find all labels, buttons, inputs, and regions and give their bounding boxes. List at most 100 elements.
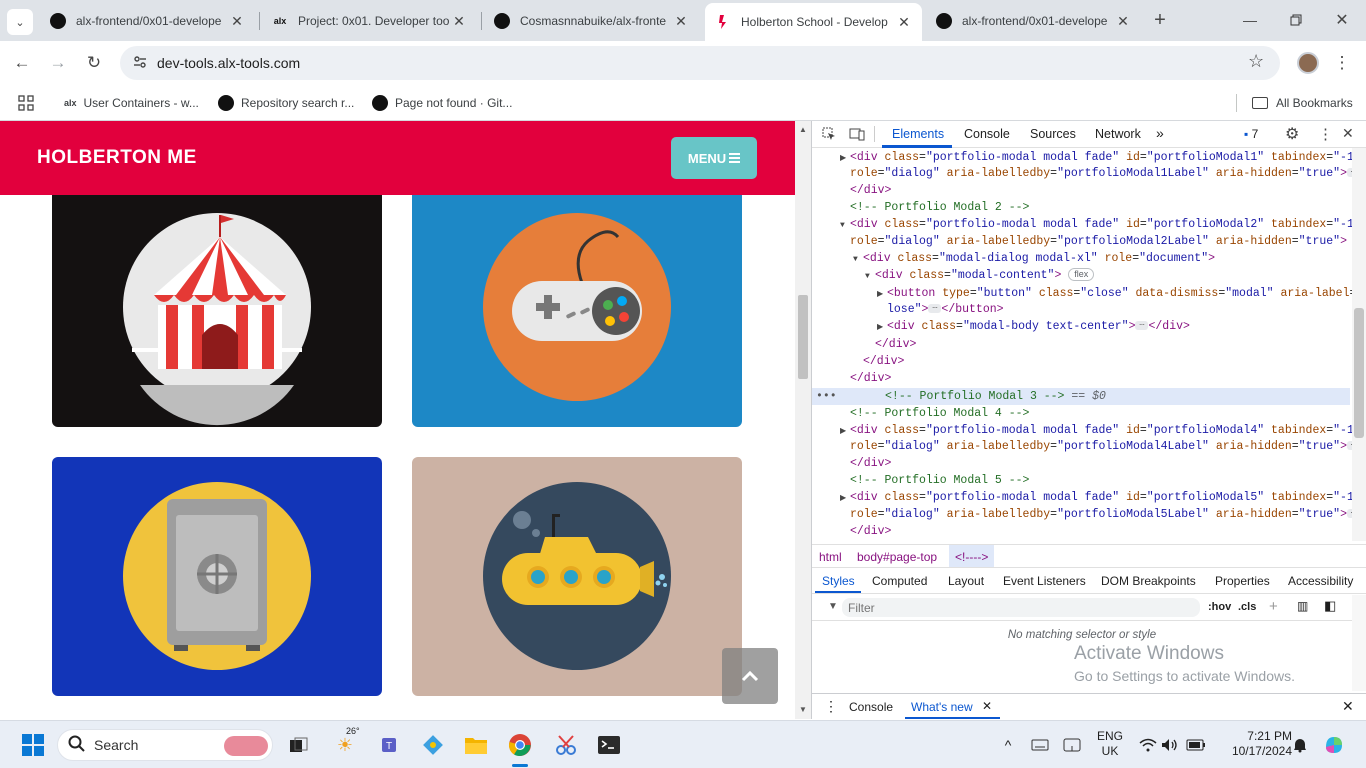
tab-properties[interactable]: Properties (1215, 574, 1270, 588)
scrollbar-thumb[interactable] (1354, 308, 1364, 438)
windows-start-icon[interactable] (19, 731, 47, 759)
dom-tree[interactable]: ▶ <div class="portfolio-modal modal fade"… (812, 148, 1352, 541)
apps-grid-icon[interactable] (18, 92, 34, 114)
weather-widget[interactable]: ☀ 26° (331, 726, 360, 759)
scroll-down-arrow[interactable]: ▼ (799, 705, 807, 714)
terminal-icon[interactable] (595, 731, 623, 759)
restore-icon[interactable] (1284, 8, 1308, 32)
git-app-icon[interactable] (419, 731, 447, 759)
close-tab-icon[interactable]: ✕ (896, 14, 912, 31)
portfolio-item-game-controller[interactable] (412, 185, 742, 427)
flex-badge[interactable]: flex (1068, 268, 1095, 282)
browser-tab-5[interactable]: alx-frontend/0x01-develope ✕ (926, 6, 1141, 36)
devtools-tab-elements[interactable]: Elements (892, 127, 944, 141)
toggle-sidebar-icon[interactable]: ◧ (1324, 598, 1336, 614)
bookmark-star-icon[interactable]: ☆ (1248, 51, 1264, 72)
all-bookmarks-button[interactable]: All Bookmarks (1252, 92, 1353, 114)
chrome-icon[interactable] (506, 731, 534, 759)
styles-filter-input[interactable] (842, 598, 1200, 617)
scroll-to-top-button[interactable] (722, 648, 778, 704)
dom-node[interactable]: ▶ <div class="modal-body text-center">… </… (812, 318, 1352, 335)
teams-icon[interactable]: T (377, 731, 405, 759)
minimize-icon[interactable]: — (1238, 8, 1262, 32)
close-devtools-icon[interactable]: ✕ (1342, 125, 1354, 142)
device-toolbar-icon[interactable] (849, 127, 865, 144)
scrollbar-thumb[interactable] (798, 295, 808, 379)
close-tab-icon[interactable]: ✕ (1115, 13, 1131, 30)
inspect-element-icon[interactable] (822, 127, 836, 144)
task-view-icon[interactable] (285, 731, 313, 759)
scroll-up-arrow[interactable]: ▲ (799, 125, 807, 134)
styles-scrollbar[interactable] (1352, 595, 1366, 691)
close-window-icon[interactable]: ✕ (1330, 8, 1354, 32)
reload-icon[interactable]: ↻ (82, 51, 106, 75)
dom-comment-selected[interactable]: ••• <!-- Portfolio Modal 3 --> == $0 (812, 388, 1350, 405)
tab-search-button[interactable]: ⌄ (7, 9, 33, 35)
settings-gear-icon[interactable]: ⚙ (1285, 124, 1299, 144)
dom-node[interactable]: ▶ <div class="portfolio-modal modal fade"… (812, 422, 1352, 439)
close-tab-icon[interactable]: ✕ (229, 13, 245, 30)
keyboard-icon[interactable] (1026, 731, 1054, 759)
touchpad-icon[interactable] (1058, 731, 1086, 759)
portfolio-item-safe[interactable] (52, 457, 382, 696)
close-drawer-tab-icon[interactable]: ✕ (982, 699, 992, 713)
more-tabs-icon[interactable]: » (1156, 125, 1164, 141)
portfolio-item-circus-tent[interactable] (52, 185, 382, 427)
element-state-icon[interactable]: ▥ (1297, 599, 1308, 613)
show-hidden-icons-chevron-up-icon[interactable]: ^ (994, 731, 1022, 759)
tab-event-listeners[interactable]: Event Listeners (1003, 574, 1086, 588)
browser-tab-2[interactable]: alx Project: 0x01. Developer too ✕ (262, 6, 477, 36)
site-brand[interactable]: HOLBERTON ME (37, 147, 197, 169)
bookmark-page-not-found[interactable]: Page not found · Git... (372, 92, 512, 114)
tab-styles[interactable]: Styles (822, 574, 855, 588)
profile-avatar[interactable] (1297, 52, 1319, 74)
dom-comment[interactable]: <!-- Portfolio Modal 5 --> (812, 472, 1352, 489)
bookmark-user-containers[interactable]: alx User Containers - w... (64, 92, 199, 114)
battery-icon[interactable] (1182, 731, 1210, 759)
back-icon[interactable]: ← (10, 51, 34, 75)
dom-node-expanded[interactable]: ▼ <div class="modal-content"> flex (812, 267, 1352, 284)
devtools-menu-icon[interactable]: ⋮ (1318, 125, 1333, 143)
close-drawer-icon[interactable]: ✕ (1342, 698, 1354, 715)
page-scrollbar[interactable]: ▲ ▼ (795, 121, 811, 719)
new-tab-button[interactable]: + (1148, 8, 1172, 32)
breadcrumb-html[interactable]: html (819, 550, 842, 564)
tab-dom-breakpoints[interactable]: DOM Breakpoints (1101, 574, 1196, 588)
drawer-menu-icon[interactable]: ⋮ (824, 698, 838, 715)
dom-node[interactable]: ▶ <div class="portfolio-modal modal fade"… (812, 489, 1352, 506)
close-tab-icon[interactable]: ✕ (673, 13, 689, 30)
portfolio-item-submarine[interactable] (412, 457, 742, 696)
dom-node-expanded[interactable]: ▼ <div class="portfolio-modal modal fade"… (812, 216, 1352, 233)
volume-icon[interactable] (1156, 731, 1184, 759)
url-text[interactable]: dev-tools.alx-tools.com (157, 55, 300, 71)
language-indicator[interactable]: ENG UK (1090, 729, 1130, 759)
drawer-tab-whats-new[interactable]: What's new (911, 700, 973, 714)
dom-comment[interactable]: <!-- Portfolio Modal 4 --> (812, 405, 1352, 422)
browser-menu-icon[interactable]: ⋮ (1330, 51, 1354, 75)
hov-toggle[interactable]: :hov (1208, 601, 1231, 613)
site-info-icon[interactable] (132, 54, 150, 72)
dom-node[interactable]: ▶ <button type="button" class="close" dat… (812, 285, 1352, 302)
tab-computed[interactable]: Computed (872, 574, 927, 588)
forward-icon[interactable]: → (46, 51, 70, 75)
browser-tab-3[interactable]: Cosmasnnabuike/alx-fronte ✕ (484, 6, 699, 36)
new-style-rule-icon[interactable]: + (1269, 598, 1278, 615)
notification-icon[interactable] (1286, 731, 1314, 759)
close-tab-icon[interactable]: ✕ (451, 13, 467, 30)
breadcrumb-body[interactable]: body#page-top (857, 550, 937, 564)
dom-comment[interactable]: <!-- Portfolio Modal 2 --> (812, 199, 1352, 216)
dom-tree-scrollbar[interactable] (1352, 148, 1366, 541)
dom-node[interactable]: ▶ <div class="portfolio-modal modal fade"… (812, 149, 1352, 166)
copilot-icon[interactable] (1320, 731, 1348, 759)
taskbar-search-box[interactable]: Search (57, 729, 273, 761)
clock[interactable]: 7:21 PM 10/17/2024 (1214, 729, 1292, 759)
devtools-tab-console[interactable]: Console (964, 127, 1010, 141)
cls-toggle[interactable]: .cls (1238, 601, 1256, 613)
file-explorer-icon[interactable] (462, 731, 490, 759)
snipping-tool-icon[interactable] (552, 731, 580, 759)
devtools-tab-sources[interactable]: Sources (1030, 127, 1076, 141)
bookmark-repository-search[interactable]: Repository search r... (218, 92, 354, 114)
browser-tab-4-active[interactable]: Holberton School - Develop ✕ (705, 3, 922, 41)
browser-tab-1[interactable]: alx-frontend/0x01-develope ✕ (40, 6, 255, 36)
drawer-tab-console[interactable]: Console (849, 700, 893, 714)
